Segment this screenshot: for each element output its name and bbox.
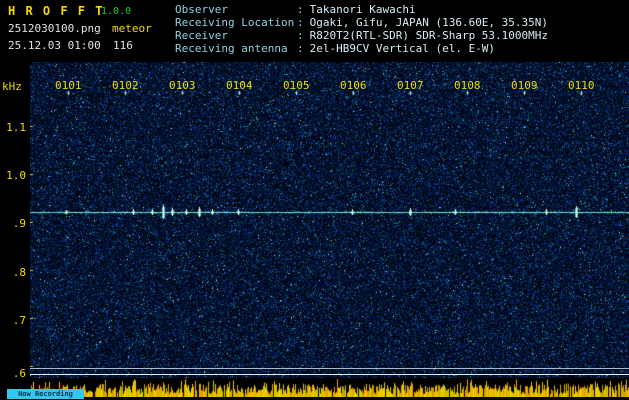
signal-level-canvas: [30, 378, 629, 397]
app-title: H R O F F T: [8, 4, 104, 18]
freq-label: .7: [12, 314, 26, 327]
info-colon: :: [297, 29, 304, 42]
info-label: Receiver: [175, 29, 228, 42]
band-line-lower: [30, 374, 629, 375]
time-label: 0107: [397, 79, 424, 92]
freq-label: .6: [12, 367, 26, 380]
spectrogram-canvas: [30, 62, 629, 378]
app-version: 1.0.0: [101, 6, 132, 17]
time-label: 0103: [169, 79, 196, 92]
capture-datetime: 25.12.03 01:00: [8, 39, 101, 52]
info-label: Observer: [175, 3, 228, 16]
recording-indicator: Now Recording: [7, 389, 84, 399]
time-label: 0102: [112, 79, 139, 92]
time-label: 0109: [511, 79, 538, 92]
info-label: Receiving Location: [175, 16, 295, 29]
info-label: Receiving antenna: [175, 42, 288, 55]
info-row-antenna: Receiving antenna:2el-HB9CV Vertical (el…: [175, 42, 548, 55]
band-line-upper: [30, 368, 629, 369]
time-label: 0110: [568, 79, 595, 92]
mode-label: meteor: [112, 22, 152, 35]
info-colon: :: [297, 42, 304, 55]
time-label: 0106: [340, 79, 367, 92]
info-value: Ogaki, Gifu, JAPAN (136.60E, 35.35N): [309, 16, 549, 29]
sample-count: 116: [113, 39, 133, 52]
observation-info: Observer: Takanori Kawachi Receiving Loca…: [175, 3, 548, 55]
freq-unit-label: kHz: [2, 80, 22, 93]
info-colon: :: [297, 3, 304, 16]
info-row-location: Receiving Location: Ogaki, Gifu, JAPAN (1…: [175, 16, 548, 29]
freq-label: 1.0: [6, 169, 26, 182]
info-value: Takanori Kawachi: [309, 3, 416, 16]
time-label: 0104: [226, 79, 253, 92]
freq-label: 1.1: [6, 121, 26, 134]
freq-label: .9: [12, 217, 26, 230]
info-row-observer: Observer: Takanori Kawachi: [175, 3, 548, 16]
time-label: 0101: [55, 79, 82, 92]
hrofft-screen: H R O F F T 1.0.0 2512030100.png meteor …: [0, 0, 629, 400]
time-label: 0105: [283, 79, 310, 92]
info-value: R820T2(RTL-SDR) SDR-Sharp 53.1000MHz: [309, 29, 549, 42]
info-value: 2el-HB9CV Vertical (el. E-W): [309, 42, 496, 55]
time-label: 0108: [454, 79, 481, 92]
info-row-receiver: Receiver: R820T2(RTL-SDR) SDR-Sharp 53.10…: [175, 29, 548, 42]
freq-label: .8: [12, 266, 26, 279]
time-axis: 0101 0102 0103 0104 0105 0106 0107 0108 …: [30, 79, 629, 92]
output-filename: 2512030100.png: [8, 22, 101, 35]
info-colon: :: [297, 16, 304, 29]
